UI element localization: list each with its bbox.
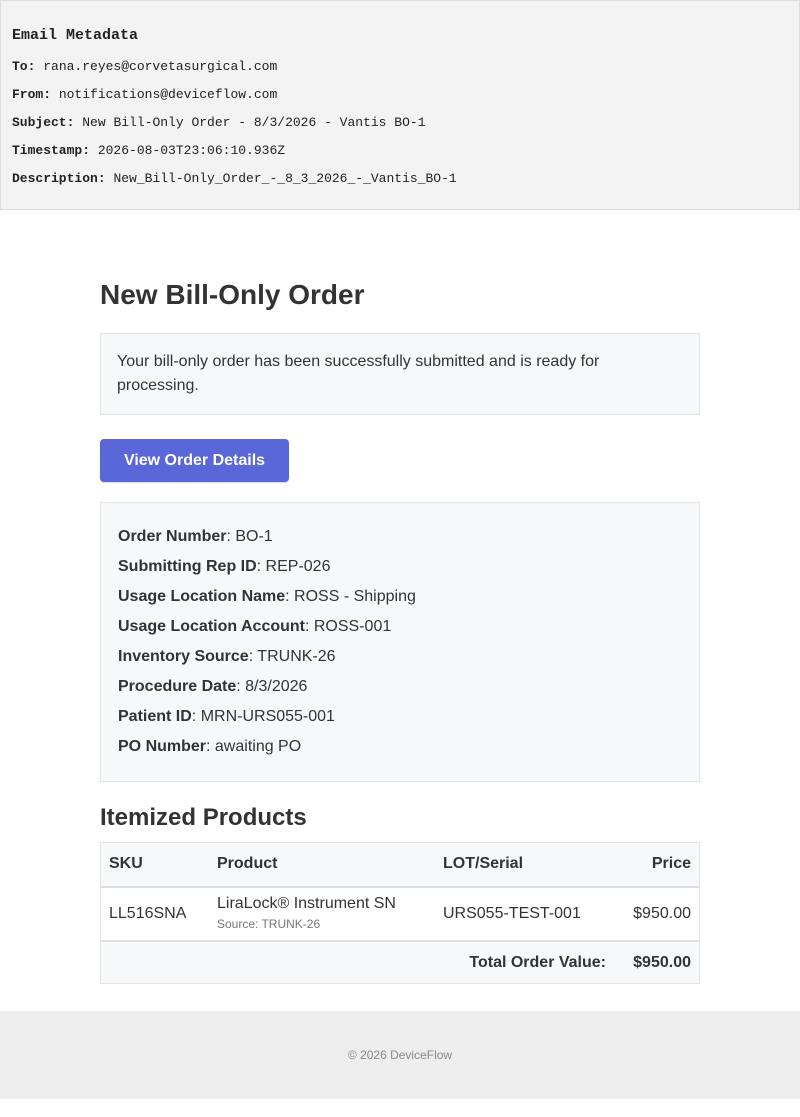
detail-label: Order Number — [118, 528, 227, 545]
table-row: LL516SNA LiraLock® Instrument SN Source:… — [101, 888, 699, 942]
detail-value: : ROSS-001 — [304, 618, 392, 635]
table-total-row: Total Order Value: $950.00 — [101, 942, 699, 983]
detail-value: : BO-1 — [226, 528, 273, 545]
metadata-title: Email Metadata — [12, 27, 139, 44]
metadata-to: To: rana.reyes@corvetasurgical.com — [12, 59, 277, 74]
cell-product-source: Source: TRUNK-26 — [217, 917, 321, 931]
success-notice: Your bill-only order has been successful… — [100, 333, 700, 415]
detail-label: Patient ID — [118, 708, 192, 725]
detail-usage-location-name: Usage Location Name: ROSS - Shipping — [118, 588, 416, 606]
detail-value: : 8/3/2026 — [236, 678, 308, 695]
itemized-products-title: Itemized Products — [100, 804, 307, 831]
metadata-to-label: To: — [12, 59, 36, 74]
detail-procedure-date: Procedure Date: 8/3/2026 — [118, 678, 307, 696]
email-footer: © 2026 DeviceFlow — [0, 1011, 800, 1099]
metadata-subject: Subject: New Bill-Only Order - 8/3/2026 … — [12, 115, 426, 130]
detail-usage-location-account: Usage Location Account: ROSS-001 — [118, 618, 391, 636]
header-sku: SKU — [109, 855, 143, 872]
header-product: Product — [217, 855, 278, 872]
footer-copyright: © 2026 DeviceFlow — [347, 1048, 453, 1062]
metadata-from-label: From: — [12, 87, 52, 102]
detail-patient-id: Patient ID: MRN-URS055-001 — [118, 708, 335, 726]
header-price: Price — [651, 855, 691, 872]
cell-lot-serial: URS055-TEST-001 — [443, 905, 581, 922]
metadata-timestamp-label: Timestamp: — [12, 143, 91, 158]
metadata-to-value: rana.reyes@corvetasurgical.com — [43, 59, 278, 74]
detail-label: Procedure Date — [118, 678, 237, 695]
metadata-subject-value: New Bill-Only Order - 8/3/2026 - Vantis … — [82, 115, 426, 130]
email-metadata-panel: Email Metadata To: rana.reyes@corvetasur… — [0, 0, 800, 210]
metadata-from: From: notifications@deviceflow.com — [12, 87, 277, 102]
detail-value: : ROSS - Shipping — [285, 588, 416, 605]
total-label: Total Order Value: — [469, 954, 606, 971]
metadata-subject-label: Subject: — [12, 115, 75, 130]
metadata-from-value: notifications@deviceflow.com — [58, 87, 278, 102]
email-heading: New Bill-Only Order — [100, 279, 365, 310]
header-lot-serial: LOT/Serial — [443, 855, 524, 872]
detail-label: Submitting Rep ID — [118, 558, 257, 575]
metadata-description: Description: New_Bill-Only_Order_-_8_3_2… — [12, 171, 457, 186]
detail-value: : TRUNK-26 — [248, 648, 336, 665]
metadata-description-value: New_Bill-Only_Order_-_8_3_2026_-_Vantis_… — [113, 171, 457, 186]
detail-value: : REP-026 — [256, 558, 331, 575]
detail-label: Usage Location Account — [118, 618, 305, 635]
detail-po-number: PO Number: awaiting PO — [118, 738, 301, 756]
detail-inventory-source: Inventory Source: TRUNK-26 — [118, 648, 336, 666]
detail-order-number: Order Number: BO-1 — [118, 528, 273, 546]
table-header-row: SKU Product LOT/Serial Price — [101, 843, 699, 888]
detail-value: : awaiting PO — [206, 738, 302, 755]
cell-sku: LL516SNA — [109, 905, 187, 922]
total-value: $950.00 — [633, 954, 691, 971]
detail-label: Usage Location Name — [118, 588, 286, 605]
metadata-description-label: Description: — [12, 171, 106, 186]
cell-product: LiraLock® Instrument SN — [217, 895, 396, 912]
detail-label: Inventory Source — [118, 648, 249, 665]
detail-value: : MRN-URS055-001 — [191, 708, 335, 725]
metadata-timestamp-value: 2026-08-03T23:06:10.936Z — [97, 143, 286, 158]
products-table: SKU Product LOT/Serial Price LL516SNA Li… — [100, 842, 700, 984]
metadata-timestamp: Timestamp: 2026-08-03T23:06:10.936Z — [12, 143, 285, 158]
order-details-panel: Order Number: BO-1 Submitting Rep ID: RE… — [100, 502, 700, 782]
view-order-details-button[interactable]: View Order Details — [100, 439, 289, 482]
detail-submitting-rep-id: Submitting Rep ID: REP-026 — [118, 558, 330, 576]
detail-label: PO Number — [118, 738, 207, 755]
cell-price: $950.00 — [633, 905, 691, 922]
